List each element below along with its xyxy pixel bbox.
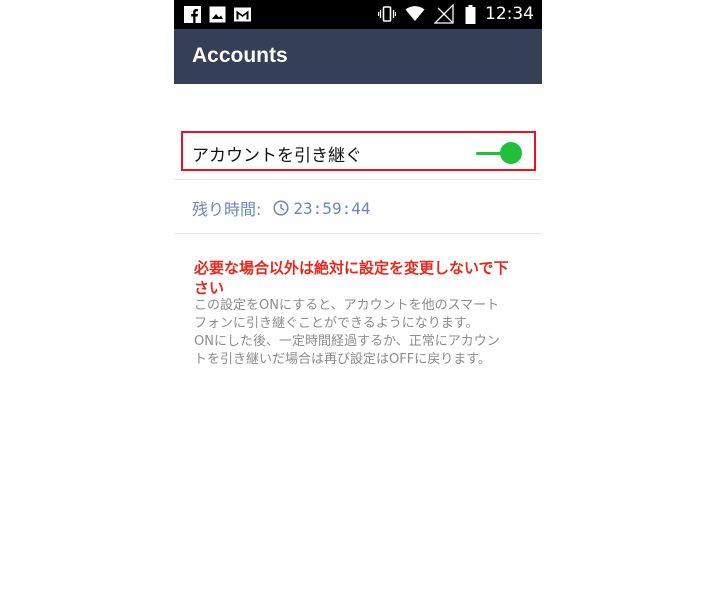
notification-icons — [184, 6, 251, 23]
facebook-icon — [184, 6, 201, 23]
description-text: この設定をONにすると、アカウントを他のスマート フォンに引き継ぐことができるよ… — [194, 297, 524, 369]
divider — [174, 179, 542, 180]
status-bar: 12:34 — [174, 0, 542, 29]
vibrate-icon — [378, 6, 396, 22]
warning-title: 必要な場合以外は絶対に設定を変更しないで下さい — [194, 259, 509, 297]
system-icons: 12:34 — [378, 4, 534, 24]
transfer-account-toggle[interactable] — [476, 142, 522, 164]
toggle-knob[interactable] — [500, 142, 522, 164]
gmail-icon — [234, 7, 251, 22]
battery-icon — [465, 4, 476, 24]
no-signal-icon — [434, 4, 454, 24]
remaining-time-row: 残り時間: 23:59:44 — [192, 196, 370, 220]
remaining-time-label: 残り時間: — [192, 200, 262, 219]
clock-icon — [273, 200, 289, 216]
remaining-time-value: 23:59:44 — [293, 198, 371, 218]
description-line: トを引き継いだ場合は再び設定はOFFに戻ります。 — [194, 352, 491, 367]
description-line: この設定をONにすると、アカウントを他のスマート — [194, 298, 500, 313]
description-line: ONにした後、一定時間経過するか、正常にアカウン — [194, 334, 500, 349]
transfer-account-label: アカウントを引き継ぐ — [192, 146, 362, 166]
image-icon — [209, 6, 226, 23]
clock-time: 12:34 — [485, 4, 534, 24]
wifi-icon — [405, 6, 425, 21]
transfer-account-row[interactable]: アカウントを引き継ぐ — [181, 131, 536, 171]
page-title: Accounts — [192, 44, 288, 67]
divider — [174, 233, 542, 234]
description-line: フォンに引き継ぐことができるようになります。 — [194, 316, 479, 331]
phone-screen: 12:34 Accounts アカウントを引き継ぐ 残り時間: 23:59:44… — [174, 0, 542, 613]
app-bar: Accounts — [174, 29, 542, 84]
